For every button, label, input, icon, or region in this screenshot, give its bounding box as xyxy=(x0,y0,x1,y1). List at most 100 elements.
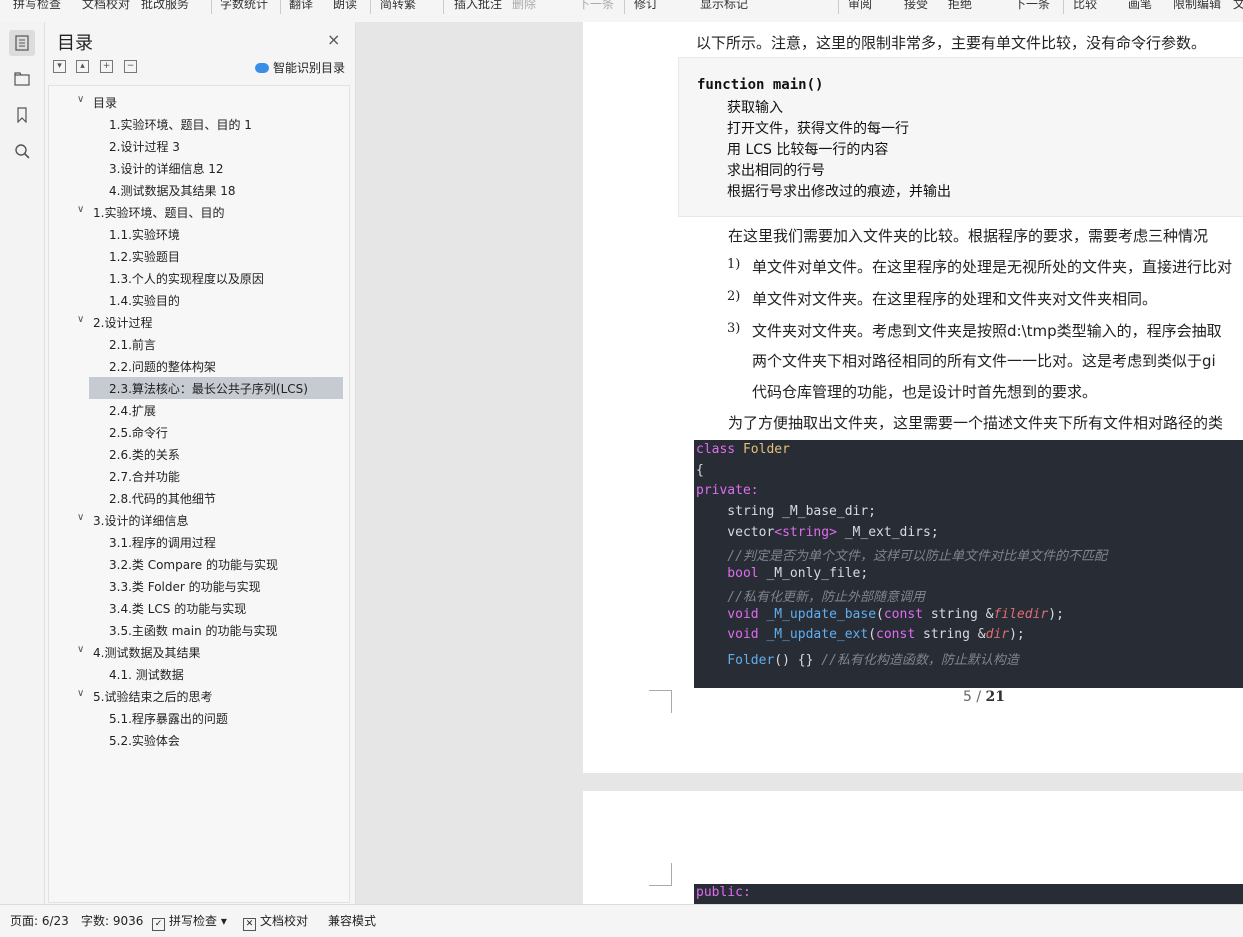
toc-item[interactable]: 2.1.前言 xyxy=(49,333,349,355)
code-line: private: xyxy=(696,483,759,498)
translate-button[interactable]: 翻译 xyxy=(289,0,313,12)
track-changes-button[interactable]: 修订 xyxy=(634,0,658,12)
toc-heading[interactable]: ∨ 3.设计的详细信息 xyxy=(49,509,349,531)
doc-proofread-toggle[interactable]: ✕ 文档校对 xyxy=(243,912,308,931)
toc-item-label: 3.1.程序的调用过程 xyxy=(109,536,216,550)
read-aloud-button[interactable]: 朗读 xyxy=(333,0,357,12)
page-corner-mark xyxy=(649,690,672,713)
toc-item[interactable]: 4.1. 测试数据 xyxy=(49,663,349,685)
pen-button[interactable]: 画笔 xyxy=(1128,0,1152,12)
toc-item[interactable]: 2.6.类的关系 xyxy=(49,443,349,465)
chevron-down-icon[interactable]: ∨ xyxy=(77,314,84,325)
delete-comment-button[interactable]: 删除 xyxy=(512,0,536,12)
add-heading-icon[interactable]: + xyxy=(100,60,113,73)
review-button[interactable]: 审阅 xyxy=(848,0,872,12)
toc-item[interactable]: 1.实验环境、题目、目的 1 xyxy=(49,113,349,135)
accept-button[interactable]: 接受 xyxy=(904,0,928,12)
code-line: public: xyxy=(696,885,751,900)
compare-button[interactable]: 比较 xyxy=(1073,0,1097,12)
close-icon[interactable]: × xyxy=(327,30,340,49)
toc-heading[interactable]: ∨ 4.测试数据及其结果 xyxy=(49,641,349,663)
toc-item[interactable]: 3.3.类 Folder 的功能与实现 xyxy=(49,575,349,597)
list-item: 单文件对单文件。在这里程序的处理是无视所处的文件夹，直接进行比对 xyxy=(752,258,1233,276)
toc-item[interactable]: 2.8.代码的其他细节 xyxy=(49,487,349,509)
pseudo-code-block: function main() 获取输入 打开文件，获得文件的每一行 用 LCS… xyxy=(678,57,1243,217)
toc-item-label: 3.3.类 Folder 的功能与实现 xyxy=(109,580,261,594)
toc-item[interactable]: 5.1.程序暴露出的问题 xyxy=(49,707,349,729)
pseudo-line: 根据行号求出修改过的痕迹，并输出 xyxy=(727,184,951,200)
toc-item[interactable]: 3.设计的详细信息 12 xyxy=(49,157,349,179)
navigation-rail xyxy=(0,22,45,904)
toc-item-label: 1.实验环境、题目、目的 1 xyxy=(109,118,252,132)
code-line: { xyxy=(696,463,704,478)
list-item: 单文件对文件夹。在这里程序的处理和文件夹对文件夹相同。 xyxy=(752,290,1158,308)
toc-item-label: 1.2.实验题目 xyxy=(109,250,180,264)
toc-item[interactable]: 2.5.命令行 xyxy=(49,421,349,443)
pseudo-line: 求出相同的行号 xyxy=(727,163,825,179)
chevron-down-icon[interactable]: ∨ xyxy=(77,512,84,523)
spell-check-toggle[interactable]: ✓ 拼写检查 ▾ xyxy=(152,912,227,931)
toc-item-label: 2.7.合并功能 xyxy=(109,470,180,484)
smart-toc-button[interactable]: 智能识别目录 xyxy=(255,59,345,76)
toc-item-label: 3.4.类 LCS 的功能与实现 xyxy=(109,602,247,616)
correction-service-button[interactable]: 批改服务 xyxy=(141,0,189,12)
chevron-down-icon[interactable]: ∨ xyxy=(77,644,84,655)
toc-item-label: 5.试验结束之后的思考 xyxy=(93,690,213,704)
list-item-continued: 代码仓库管理的功能，也是设计时首先想到的要求。 xyxy=(752,383,1098,401)
toc-item[interactable]: 1.1.实验环境 xyxy=(49,223,349,245)
toc-panel-icon[interactable] xyxy=(9,30,35,56)
toc-item-label: 3.2.类 Compare 的功能与实现 xyxy=(109,558,278,572)
expand-level-icon[interactable]: ▴ xyxy=(76,60,89,73)
toc-item[interactable]: 1.4.实验目的 xyxy=(49,289,349,311)
toc-item[interactable]: 5.2.实验体会 xyxy=(49,729,349,751)
toc-item[interactable]: 1.3.个人的实现程度以及原因 xyxy=(49,267,349,289)
toc-item[interactable]: 2.7.合并功能 xyxy=(49,465,349,487)
toolbar-overflow-item[interactable]: 文 xyxy=(1233,0,1243,12)
show-markup-button[interactable]: 显示标记 xyxy=(700,0,748,12)
toc-item-label: 1.1.实验环境 xyxy=(109,228,180,242)
chapter-nav-icon[interactable] xyxy=(9,66,35,92)
next-change-button[interactable]: 下一条 xyxy=(1014,0,1050,12)
toc-item[interactable]: 3.4.类 LCS 的功能与实现 xyxy=(49,597,349,619)
toc-item[interactable]: 2.设计过程 3 xyxy=(49,135,349,157)
page-corner-mark xyxy=(649,863,672,886)
remove-heading-icon[interactable]: − xyxy=(124,60,137,73)
toc-item[interactable]: 3.5.主函数 main 的功能与实现 xyxy=(49,619,349,641)
code-block: public: xyxy=(694,884,1243,904)
toc-item-label: 3.设计的详细信息 12 xyxy=(109,162,224,176)
paragraph-line: 在这里我们需要加入文件夹的比较。根据程序的要求，需要考虑三种情况 xyxy=(728,227,1209,245)
list-item: 文件夹对文件夹。考虑到文件夹是按照d:\tmp类型输入的，程序会抽取 xyxy=(752,322,1222,340)
reject-button[interactable]: 拒绝 xyxy=(948,0,972,12)
chevron-down-icon[interactable]: ∨ xyxy=(77,94,84,105)
toc-list: ∨ 目录 1.实验环境、题目、目的 1 2.设计过程 3 3.设计的详细信息 12 4.测… xyxy=(48,85,350,903)
doc-proofread-button[interactable]: 文档校对 xyxy=(82,0,130,12)
toc-item[interactable]: 2.2.问题的整体构架 xyxy=(49,355,349,377)
word-count-button[interactable]: 字数统计 xyxy=(220,0,268,12)
bookmark-icon[interactable] xyxy=(9,102,35,128)
search-icon[interactable] xyxy=(9,138,35,164)
toc-item[interactable]: 1.2.实验题目 xyxy=(49,245,349,267)
collapse-all-icon[interactable]: ▾ xyxy=(53,60,66,73)
next-comment-button[interactable]: 下一条 xyxy=(578,0,614,12)
toc-item-label: 5.2.实验体会 xyxy=(109,734,180,748)
word-count[interactable]: 字数: 9036 xyxy=(81,912,143,929)
page-indicator[interactable]: 页面: 6/23 xyxy=(10,912,69,929)
spell-check-button[interactable]: 拼写检查 xyxy=(13,0,61,12)
toc-heading[interactable]: ∨ 5.试验结束之后的思考 xyxy=(49,685,349,707)
toc-item[interactable]: 2.4.扩展 xyxy=(49,399,349,421)
toc-heading[interactable]: ∨ 2.设计过程 xyxy=(49,311,349,333)
restrict-editing-button[interactable]: 限制编辑 xyxy=(1173,0,1221,12)
toc-item[interactable]: 2.3.算法核心：最长公共子序列(LCS) xyxy=(89,377,343,399)
chevron-down-icon[interactable]: ∨ xyxy=(77,688,84,699)
toc-item[interactable]: 3.1.程序的调用过程 xyxy=(49,531,349,553)
toc-heading[interactable]: ∨ 1.实验环境、题目、目的 xyxy=(49,201,349,223)
insert-comment-button[interactable]: 插入批注 xyxy=(454,0,502,12)
pseudo-line: 打开文件，获得文件的每一行 xyxy=(727,121,909,137)
document-page: 以下所示。注意，这里的限制非常多，主要有单文件比较，没有命令行参数。 funct… xyxy=(583,22,1243,773)
toc-heading[interactable]: ∨ 目录 xyxy=(49,91,349,113)
toc-item[interactable]: 4.测试数据及其结果 18 xyxy=(49,179,349,201)
toc-item[interactable]: 3.2.类 Compare 的功能与实现 xyxy=(49,553,349,575)
simplified-to-traditional-button[interactable]: 简转繁 xyxy=(380,0,416,12)
chevron-down-icon[interactable]: ∨ xyxy=(77,204,84,215)
code-line: bool _M_only_file; xyxy=(696,566,869,581)
